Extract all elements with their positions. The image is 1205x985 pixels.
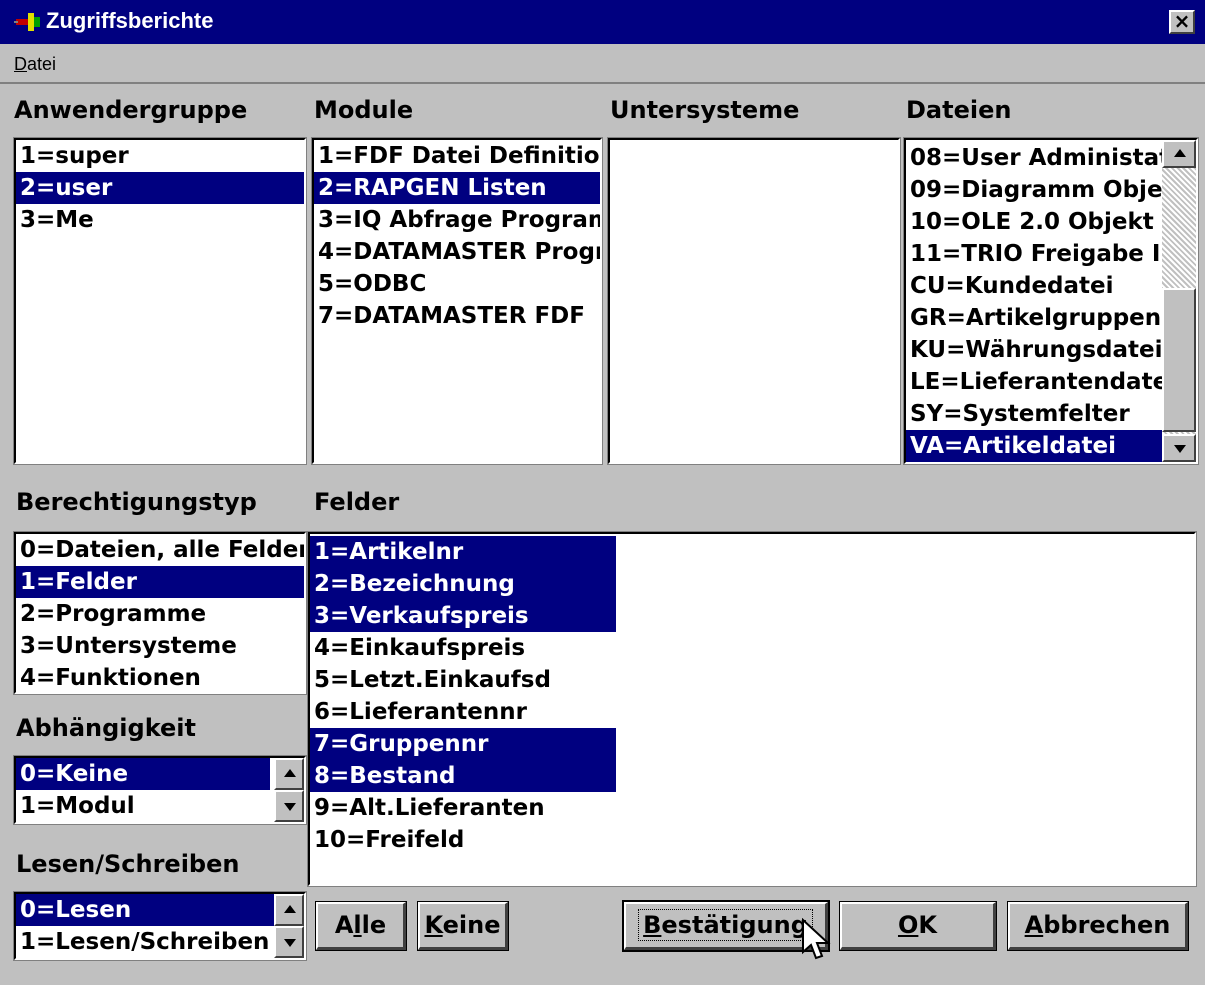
list-item[interactable]: CU=Kundedatei (906, 270, 1162, 302)
arrow-down-icon (284, 803, 296, 811)
app-icon (14, 13, 40, 31)
untersysteme-list[interactable] (607, 137, 901, 465)
list-item[interactable]: 0=Dateien, alle Felder (16, 534, 304, 566)
title-bar: Zugriffsberichte × (0, 0, 1205, 44)
list-item[interactable]: 2=Bezeichnung (310, 568, 616, 600)
module-list[interactable]: 1=FDF Datei Definition 2=RAPGEN Listen 3… (311, 137, 603, 465)
scroll-down-button[interactable] (274, 790, 304, 822)
list-item[interactable]: 9=Alt.Lieferanten (310, 792, 616, 824)
alle-button[interactable]: Alle (315, 901, 407, 951)
scroll-up-button[interactable] (274, 758, 304, 790)
arrow-up-icon (284, 769, 296, 777)
arrow-up-icon (284, 905, 296, 913)
list-item[interactable]: 5=Letzt.Einkaufsd (310, 664, 616, 696)
arrow-down-icon (284, 939, 296, 947)
list-item[interactable]: 10=Freifeld (310, 824, 616, 856)
window-title: Zugriffsberichte (46, 8, 214, 33)
dateien-list[interactable]: 08=User Administation 09=Diagramm Objekt… (903, 137, 1199, 465)
menu-bar: Datei (0, 44, 1205, 84)
anwendergruppe-label: Anwendergruppe (14, 96, 248, 124)
felder-label: Felder (314, 488, 400, 516)
dateien-scrollbar[interactable] (1162, 140, 1196, 462)
felder-list[interactable]: 1=Artikelnr 2=Bezeichnung 3=Verkaufsprei… (307, 531, 1197, 887)
list-item[interactable]: 09=Diagramm Objekt (906, 174, 1162, 206)
list-item[interactable]: 08=User Administation (906, 142, 1162, 174)
list-item[interactable]: 3=Verkaufspreis (310, 600, 616, 632)
list-item[interactable]: 6=Lieferantennr (310, 696, 616, 728)
list-item[interactable]: 4=DATAMASTER Programm (314, 236, 600, 268)
list-item[interactable]: 2=user (16, 172, 304, 204)
list-item[interactable]: 3=IQ Abfrage Programm (314, 204, 600, 236)
close-button[interactable]: × (1169, 10, 1195, 34)
list-item[interactable]: 7=Gruppennr (310, 728, 616, 760)
scroll-up-button[interactable] (274, 894, 304, 926)
scroll-up-button[interactable] (1162, 140, 1196, 168)
lesen-schreiben-list[interactable]: 0=Lesen 1=Lesen/Schreiben (13, 891, 307, 961)
list-item[interactable]: 4=Einkaufspreis (310, 632, 616, 664)
untersysteme-label: Untersysteme (610, 96, 800, 124)
scroll-down-button[interactable] (1162, 434, 1196, 462)
menu-datei[interactable]: Datei (14, 54, 56, 75)
berechtigungstyp-label: Berechtigungstyp (16, 488, 257, 516)
list-item[interactable]: 11=TRIO Freigabe Info (906, 238, 1162, 270)
list-item[interactable]: 1=Modul (16, 790, 270, 822)
lesen-schreiben-scrollbar[interactable] (274, 894, 304, 958)
list-item[interactable]: 3=Untersysteme (16, 630, 304, 662)
list-item[interactable]: 1=super (16, 140, 304, 172)
abhaengigkeit-list[interactable]: 0=Keine 1=Modul (13, 755, 307, 825)
list-item[interactable]: 1=Artikelnr (310, 536, 616, 568)
list-item[interactable]: 4=Funktionen (16, 662, 304, 692)
abhaengigkeit-label: Abhängigkeit (16, 714, 196, 742)
lesen-schreiben-label: Lesen/Schreiben (16, 850, 240, 878)
bestaetigung-button[interactable]: Bestätigung (622, 900, 830, 952)
list-item[interactable]: 2=RAPGEN Listen (314, 172, 600, 204)
abbrechen-button[interactable]: Abbrechen (1007, 901, 1189, 951)
dateien-label: Dateien (906, 96, 1012, 124)
list-item[interactable]: 5=ODBC (314, 268, 600, 300)
list-item[interactable]: 1=Lesen/Schreiben (16, 926, 274, 958)
list-item[interactable]: 1=FDF Datei Definition (314, 140, 600, 172)
module-label: Module (314, 96, 414, 124)
mouse-pointer-icon (802, 918, 831, 960)
arrow-up-icon (1174, 149, 1186, 157)
list-item[interactable]: 7=DATAMASTER FDF (314, 300, 600, 332)
list-item[interactable]: GR=Artikelgruppendatei (906, 302, 1162, 334)
scroll-down-button[interactable] (274, 926, 304, 958)
list-item[interactable]: 10=OLE 2.0 Objekt (906, 206, 1162, 238)
anwendergruppe-list[interactable]: 1=super 2=user 3=Me (13, 137, 307, 465)
list-item[interactable]: 0=Lesen (16, 894, 274, 926)
list-item[interactable]: 3=Me (16, 204, 304, 236)
list-item[interactable]: KU=Währungsdatei (906, 334, 1162, 366)
list-item[interactable]: 1=Felder (16, 566, 304, 598)
list-item[interactable]: LE=Lieferantendatei (906, 366, 1162, 398)
list-item[interactable]: SY=Systemfelter (906, 398, 1162, 430)
berechtigungstyp-list[interactable]: 0=Dateien, alle Felder 1=Felder 2=Progra… (13, 531, 307, 695)
scroll-thumb[interactable] (1162, 288, 1196, 432)
list-item[interactable]: 0=Keine (16, 758, 270, 790)
keine-button[interactable]: Keine (417, 901, 509, 951)
list-item[interactable]: 2=Programme (16, 598, 304, 630)
list-item[interactable]: 8=Bestand (310, 760, 616, 792)
arrow-down-icon (1174, 445, 1186, 453)
abhaengigkeit-scrollbar[interactable] (274, 758, 304, 822)
ok-button[interactable]: OK (839, 901, 997, 951)
close-icon: × (1173, 9, 1191, 33)
list-item[interactable]: VA=Artikeldatei (906, 430, 1162, 462)
